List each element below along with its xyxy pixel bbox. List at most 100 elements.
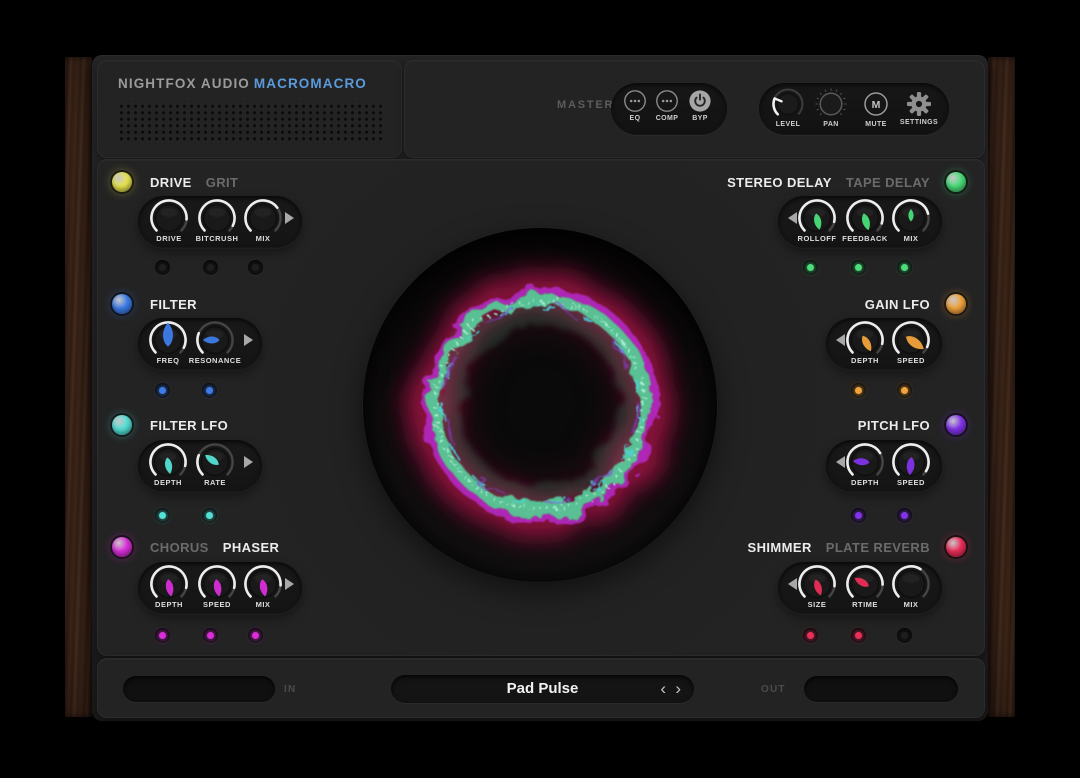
section-enable-led-pitch-lfo[interactable]	[946, 415, 966, 435]
knob-group-filter-lfo: DEPTH RATE	[138, 440, 262, 492]
expand-right-arrow-icon[interactable]	[244, 456, 253, 468]
bypass-label: BYP	[685, 115, 715, 122]
knob-group-gain-lfo: DEPTH SPEED	[826, 318, 942, 370]
wood-panel-right	[988, 57, 1015, 717]
knob-group-drive: DRIVE BITCRUSH MIX	[138, 196, 302, 248]
tab-drive[interactable]: DRIVE	[150, 175, 192, 190]
mini-led-dot	[159, 512, 166, 519]
mini-led-drive-2	[203, 260, 218, 275]
knob-group-stereo-delay: ROLLOFF FEEDBACK MIX	[778, 196, 942, 248]
section-enable-led-filter-lfo[interactable]	[112, 415, 132, 435]
expand-right-arrow-icon[interactable]	[244, 334, 253, 346]
tab-chorus[interactable]: CHORUS	[150, 540, 209, 555]
section-enable-led-drive[interactable]	[112, 172, 132, 192]
mini-led-filter-lfo-2	[202, 508, 217, 523]
bypass-button[interactable]: BYP	[685, 89, 715, 122]
pan-dial	[811, 85, 851, 123]
utility-group: LEVEL PAN M MUTE SETTINGS	[759, 83, 949, 135]
section-enable-led-chorus-phaser[interactable]	[112, 537, 132, 557]
expand-right-arrow-icon[interactable]	[285, 212, 294, 224]
mini-led-filter-lfo-1	[155, 508, 170, 523]
knob-group-chorus-phaser: DEPTH SPEED MIX	[138, 562, 302, 614]
mini-led-shimmer-3	[897, 628, 912, 643]
mini-led-dot	[159, 632, 166, 639]
knob-label-resonance: RESONANCE	[183, 356, 247, 365]
preset-name: Pad Pulse	[391, 675, 694, 703]
mini-led-pitch-lfo-2	[897, 508, 912, 523]
mini-led-chorus-phaser-3	[248, 628, 263, 643]
section-tabs-shimmer: SHIMMER PLATE REVERB	[748, 538, 930, 556]
knob-label-mix: MIX	[231, 600, 295, 609]
mini-led-dot	[807, 264, 814, 271]
mini-led-dot	[855, 632, 862, 639]
brand-name: NIGHTFOX AUDIO	[118, 76, 250, 91]
knob-group-filter: FREQ RESONANCE	[138, 318, 262, 370]
output-label: OUT	[761, 684, 786, 695]
eq-button[interactable]: EQ	[620, 89, 650, 122]
mute-button[interactable]: M MUTE	[856, 85, 896, 128]
expand-right-arrow-icon[interactable]	[285, 578, 294, 590]
mini-led-chorus-phaser-1	[155, 628, 170, 643]
power-icon	[685, 89, 715, 113]
knob-group-pitch-lfo: DEPTH SPEED	[826, 440, 942, 492]
speaker-grille	[116, 101, 383, 142]
master-panel: MASTER EQ COMP BYP LEVEL	[404, 60, 985, 158]
tab-grit[interactable]: GRIT	[206, 175, 239, 190]
level-dial	[768, 85, 808, 123]
output-meter	[804, 676, 958, 702]
section-tabs-gain-lfo: GAIN LFO	[865, 295, 930, 313]
comp-button[interactable]: COMP	[652, 89, 682, 122]
brand-panel: NIGHTFOX AUDIO MACROMACRO	[97, 60, 402, 158]
preset-selector[interactable]: Pad Pulse ‹ ›	[391, 675, 694, 703]
preset-next-button[interactable]: ›	[675, 675, 681, 702]
tab-phaser[interactable]: PHASER	[223, 540, 280, 555]
three-dots-icon	[652, 89, 682, 113]
section-enable-led-filter[interactable]	[112, 294, 132, 314]
tab-stereo-delay[interactable]: STEREO DELAY	[727, 175, 832, 190]
tab-filter[interactable]: FILTER	[150, 297, 197, 312]
input-meter	[123, 676, 275, 702]
mini-led-dot	[159, 264, 166, 271]
mini-led-dot	[855, 264, 862, 271]
footer-panel: IN Pad Pulse ‹ › OUT	[97, 658, 985, 718]
mini-led-dot	[207, 632, 214, 639]
master-label: MASTER	[557, 99, 614, 111]
eq-label: EQ	[620, 115, 650, 122]
section-tabs-drive: DRIVE GRIT	[150, 173, 238, 191]
level-knob[interactable]: LEVEL	[768, 85, 808, 128]
knob-label-rate: RATE	[183, 478, 247, 487]
tab-tape-delay[interactable]: TAPE DELAY	[846, 175, 930, 190]
tab-filter-lfo[interactable]: FILTER LFO	[150, 418, 228, 433]
section-enable-led-gain-lfo[interactable]	[946, 294, 966, 314]
pan-knob[interactable]: PAN	[811, 85, 851, 128]
tab-pitch-lfo[interactable]: PITCH LFO	[858, 418, 930, 433]
mini-led-gain-lfo-1	[851, 383, 866, 398]
mini-led-dot	[855, 512, 862, 519]
product-name: MACROMACRO	[254, 76, 367, 91]
tab-shimmer[interactable]: SHIMMER	[748, 540, 812, 555]
knob-label-mix: MIX	[879, 600, 943, 609]
tab-plate-reverb[interactable]: PLATE REVERB	[826, 540, 930, 555]
knob-label-mix: MIX	[879, 234, 943, 243]
mini-led-shimmer-1	[803, 628, 818, 643]
mini-led-drive-1	[155, 260, 170, 275]
preset-prev-button[interactable]: ‹	[660, 675, 666, 702]
mini-led-dot	[252, 264, 259, 271]
section-enable-led-stereo-delay[interactable]	[946, 172, 966, 192]
knob-group-shimmer: SIZE RTIME MIX	[778, 562, 942, 614]
plugin-window: NIGHTFOX AUDIO MACROMACRO MASTER EQ COMP …	[0, 0, 1080, 778]
tab-gain-lfo[interactable]: GAIN LFO	[865, 297, 930, 312]
gear-icon	[899, 87, 939, 121]
mini-led-pitch-lfo-1	[851, 508, 866, 523]
settings-button[interactable]: SETTINGS	[899, 85, 939, 126]
three-dots-icon	[620, 89, 650, 113]
mini-led-drive-3	[248, 260, 263, 275]
brand-title: NIGHTFOX AUDIO MACROMACRO	[118, 76, 367, 91]
mini-led-dot	[252, 632, 259, 639]
mini-led-dot	[206, 512, 213, 519]
section-tabs-filter-lfo: FILTER LFO	[150, 416, 228, 434]
mini-led-stereo-delay-1	[803, 260, 818, 275]
knob-label-mix: MIX	[231, 234, 295, 243]
mini-led-dot	[206, 387, 213, 394]
section-enable-led-shimmer[interactable]	[946, 537, 966, 557]
